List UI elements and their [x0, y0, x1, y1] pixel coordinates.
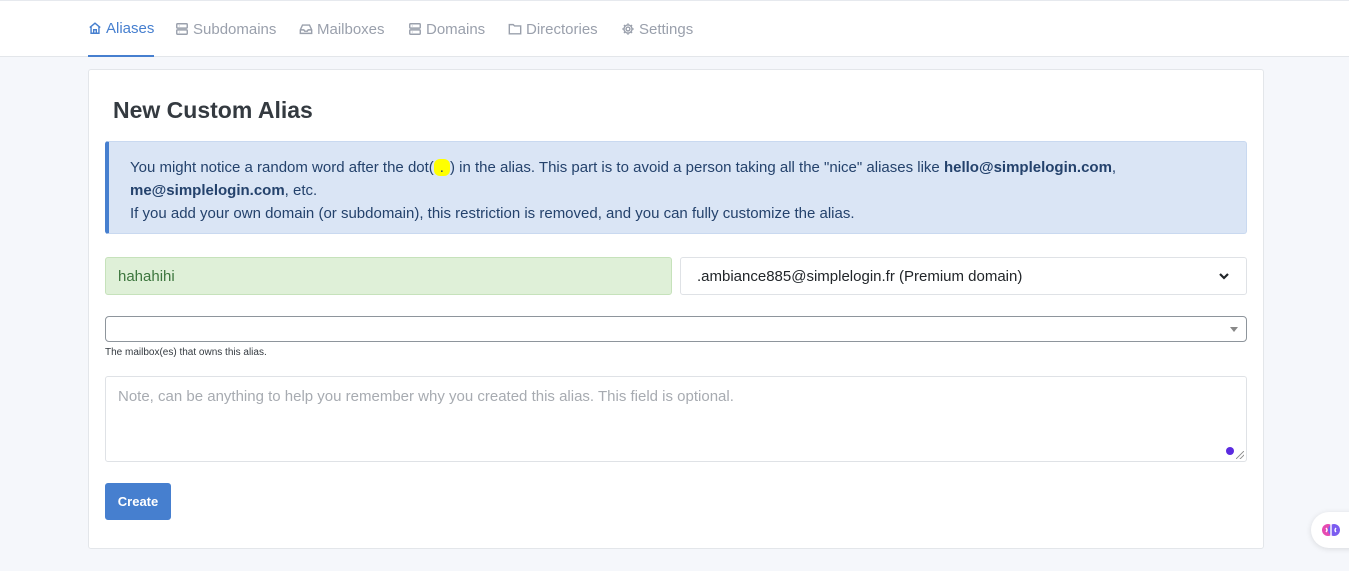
- dot-highlight: .: [433, 159, 450, 176]
- alias-prefix-value: hahahihi: [118, 267, 175, 285]
- chevron-down-icon: [1219, 273, 1229, 280]
- resize-handle[interactable]: [1236, 451, 1244, 459]
- tab-subdomains[interactable]: Subdomains: [175, 1, 276, 57]
- tab-aliases-label: Aliases: [106, 19, 155, 37]
- tab-directories[interactable]: Directories: [508, 1, 598, 57]
- extension-bubble[interactable]: [1311, 512, 1349, 548]
- tab-mailboxes-label: Mailboxes: [317, 20, 385, 38]
- folder-icon: [508, 23, 522, 35]
- page-title: New Custom Alias: [113, 97, 313, 123]
- alert-etc: , etc.: [284, 182, 318, 199]
- caret-down-icon: [1230, 327, 1238, 332]
- brain-icon: [1322, 524, 1340, 536]
- top-navigation: Aliases Subdomains Mailboxes Domains Dir…: [0, 0, 1349, 57]
- alias-suffix-value: .ambiance885@simplelogin.fr (Premium dom…: [697, 267, 1023, 285]
- note-placeholder: Note, can be anything to help you rememb…: [118, 388, 734, 405]
- alert-separator: ,: [1111, 159, 1117, 176]
- mailbox-help-text: The mailbox(es) that owns this alias.: [105, 347, 267, 358]
- tab-settings[interactable]: Settings: [621, 1, 693, 57]
- info-alert: You might notice a random word after the…: [105, 141, 1247, 234]
- tab-subdomains-label: Subdomains: [193, 20, 277, 38]
- tab-mailboxes[interactable]: Mailboxes: [299, 1, 385, 57]
- tab-aliases[interactable]: Aliases: [88, 1, 155, 57]
- alert-text-before-dot: You might notice a random word after the…: [130, 159, 434, 176]
- create-button[interactable]: Create: [105, 483, 171, 520]
- inbox-icon: [299, 24, 313, 35]
- home-icon: [89, 22, 101, 34]
- tab-domains-label: Domains: [426, 20, 486, 38]
- alert-text-after-dot: ) in the alias. This part is to avoid a …: [449, 159, 944, 176]
- alias-prefix-input[interactable]: hahahihi: [105, 257, 672, 295]
- server-icon: [176, 23, 188, 35]
- tab-directories-label: Directories: [526, 20, 598, 38]
- mailbox-select[interactable]: [105, 316, 1247, 342]
- alias-suffix-select[interactable]: .ambiance885@simplelogin.fr (Premium dom…: [680, 257, 1247, 295]
- gear-icon: [622, 23, 634, 35]
- server-icon: [409, 23, 421, 35]
- alert-line-2: If you add your own domain (or subdomain…: [130, 205, 855, 222]
- alert-example-hello: hello@simplelogin.com: [943, 159, 1112, 176]
- grammar-extension-icon[interactable]: [1226, 447, 1234, 455]
- note-textarea[interactable]: Note, can be anything to help you rememb…: [105, 376, 1247, 462]
- tab-domains[interactable]: Domains: [408, 1, 485, 57]
- new-alias-card: New Custom Alias You might notice a rand…: [88, 69, 1264, 549]
- tab-settings-label: Settings: [639, 20, 694, 38]
- alert-example-me: me@simplelogin.com: [130, 182, 285, 199]
